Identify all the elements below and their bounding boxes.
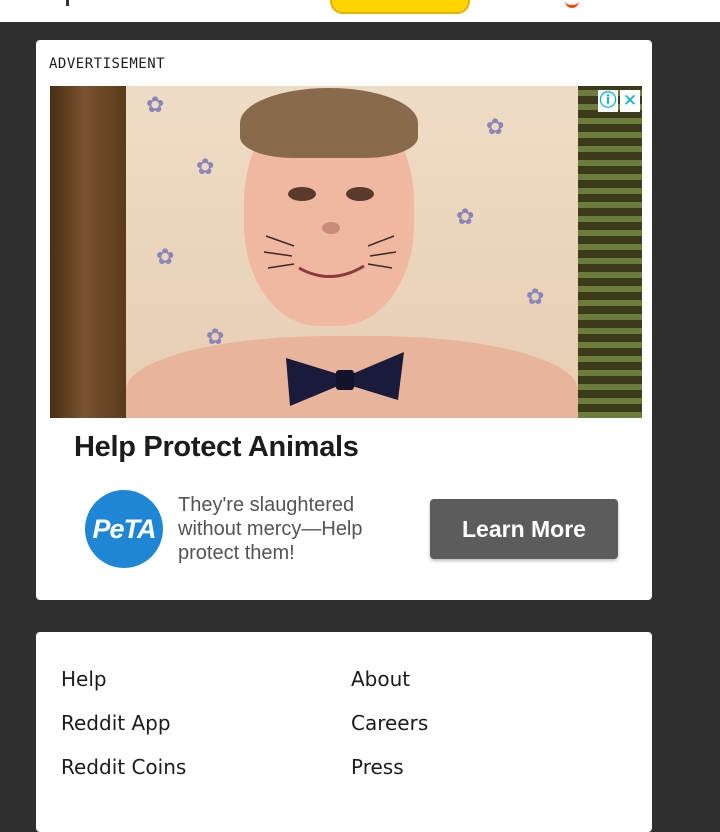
wallpaper-flower-icon: ✿ [456, 204, 475, 229]
wallpaper-flower-icon: ✿ [156, 244, 175, 269]
close-icon[interactable]: ✕ [620, 90, 640, 112]
header-icon[interactable] [565, 0, 579, 8]
header-pill-button[interactable] [330, 0, 470, 14]
person-hair [240, 88, 418, 158]
ad-photo: ✿ ✿ ✿ ✿ ✿ ✿ ✿ ✿ [126, 86, 578, 418]
ad-image-background-left [50, 86, 126, 418]
ad-image-background-right [572, 86, 642, 418]
wallpaper-flower-icon: ✿ [146, 92, 165, 117]
ad-label: ADVERTISEMENT [49, 56, 166, 72]
footer-link-reddit-app[interactable]: Reddit App [61, 706, 186, 750]
footer-link-careers[interactable]: Careers [351, 706, 428, 750]
footer-link-about[interactable]: About [351, 662, 428, 706]
learn-more-button[interactable]: Learn More [430, 499, 618, 559]
ad-choices-controls: ⓘ ✕ [598, 90, 640, 112]
footer-link-press[interactable]: Press [351, 750, 428, 794]
wallpaper-flower-icon: ✿ [196, 154, 215, 179]
advertisement-card: ADVERTISEMENT ✿ ✿ ✿ ✿ ✿ ✿ ✿ ✿ [36, 40, 652, 600]
advertiser-logo[interactable]: PeTA [85, 490, 163, 568]
footer-link-reddit-coins[interactable]: Reddit Coins [61, 750, 186, 794]
header-divider [66, 0, 69, 6]
footer-link-help[interactable]: Help [61, 662, 186, 706]
footer-links-right: About Careers Press [351, 662, 428, 794]
ad-headline[interactable]: Help Protect Animals [74, 431, 359, 464]
info-icon[interactable]: ⓘ [598, 90, 618, 112]
footer-links-left: Help Reddit App Reddit Coins [61, 662, 186, 794]
ad-image[interactable]: ✿ ✿ ✿ ✿ ✿ ✿ ✿ ✿ [50, 86, 642, 418]
top-header-strip [0, 0, 720, 22]
wallpaper-flower-icon: ✿ [526, 284, 545, 309]
wallpaper-flower-icon: ✿ [486, 114, 505, 139]
footer-links-card: Help Reddit App Reddit Coins About Caree… [36, 632, 652, 832]
ad-body-text: They're slaughtered without mercy—Help p… [178, 494, 363, 564]
bowtie-icon [286, 352, 404, 406]
